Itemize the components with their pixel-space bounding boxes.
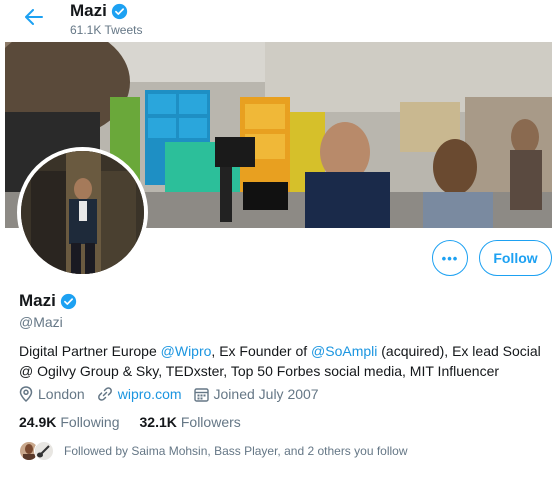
profile-handle: @Mazi (19, 314, 63, 330)
back-button[interactable] (19, 4, 49, 30)
follow-button[interactable]: Follow (479, 240, 552, 276)
website-link[interactable]: wipro.com (118, 386, 182, 402)
mention-link-soampli[interactable]: @SoAmpli (311, 343, 377, 359)
link-icon (97, 387, 112, 401)
display-name: Mazi (19, 291, 56, 310)
profile-avatar[interactable] (17, 147, 148, 278)
bio-text: , Ex Founder of (211, 343, 312, 359)
profile-bio: Digital Partner Europe @Wipro, Ex Founde… (19, 341, 549, 381)
tweet-count: 61.1K Tweets (70, 23, 143, 37)
verified-badge-icon (60, 293, 77, 310)
joined-text: Joined July 2007 (213, 386, 319, 402)
follow-stats: 24.9K Following 32.1K Followers (19, 414, 261, 430)
followed-by-row[interactable]: Followed by Saima Mohsin, Bass Player, a… (19, 441, 408, 461)
location-item: London (19, 386, 85, 402)
header-name: Mazi (70, 1, 107, 20)
verified-badge-icon (111, 3, 128, 20)
mention-link-wipro[interactable]: @Wipro (161, 343, 212, 359)
location-text: London (38, 386, 85, 402)
arrow-left-icon (25, 9, 43, 25)
website-item: wipro.com (97, 386, 182, 402)
top-bar: Mazi 61.1K Tweets (0, 0, 552, 42)
location-pin-icon (19, 386, 33, 402)
follower-avatar (34, 441, 54, 461)
followers-stat[interactable]: 32.1K Followers (140, 414, 241, 430)
following-count: 24.9K (19, 414, 57, 430)
followers-label: Followers (180, 414, 241, 430)
followed-by-avatars (19, 441, 54, 461)
profile-name-row: Mazi (19, 291, 77, 311)
bio-text: Digital Partner Europe (19, 343, 161, 359)
followers-count: 32.1K (139, 414, 177, 430)
joined-item: Joined July 2007 (193, 386, 319, 402)
calendar-icon (193, 387, 209, 402)
profile-meta: London wipro.com Joined July 2007 (19, 386, 331, 402)
following-label: Following (60, 414, 120, 430)
header-title: Mazi (70, 1, 128, 21)
avatar-image (21, 151, 144, 274)
followed-by-text: Followed by Saima Mohsin, Bass Player, a… (64, 444, 408, 458)
following-stat[interactable]: 24.9K Following (19, 414, 120, 430)
more-options-button[interactable]: ••• (432, 240, 468, 276)
